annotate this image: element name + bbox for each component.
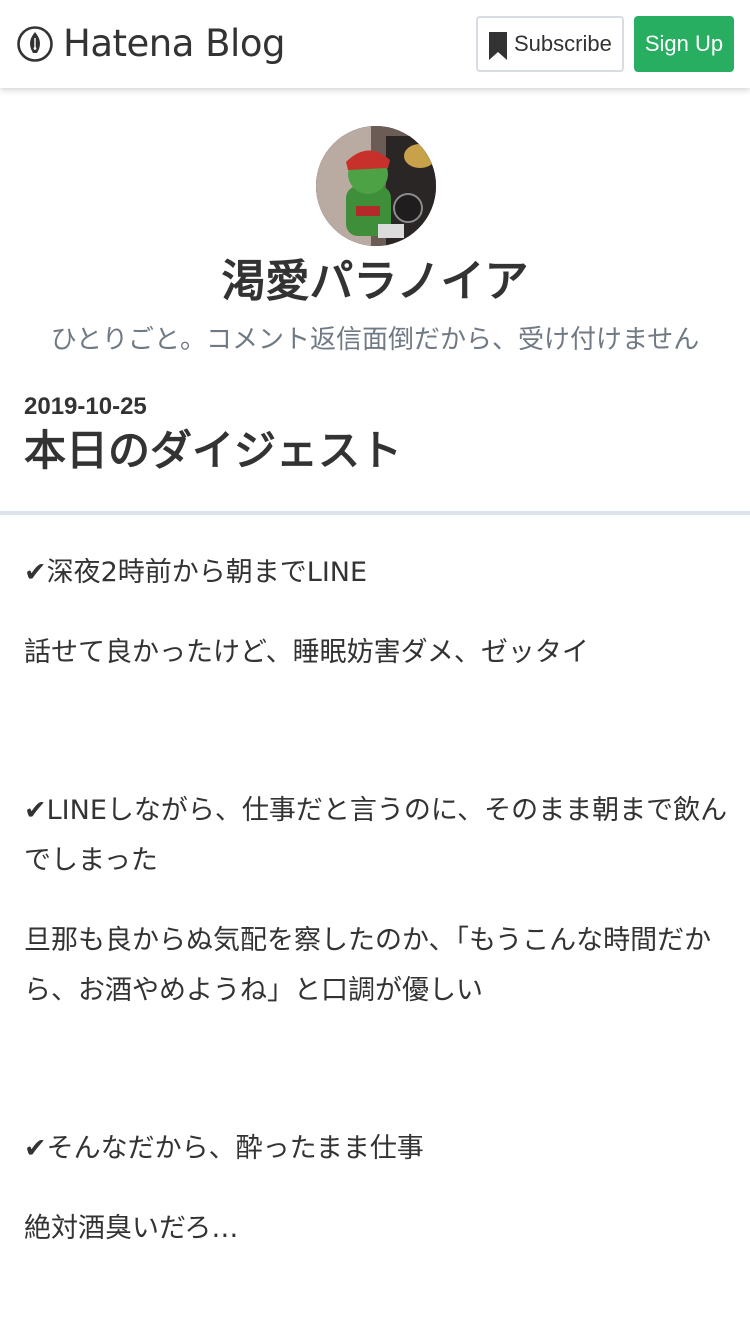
entry-paragraph: 旦那も良からぬ気配を察したのか、「もうこんな時間だから、お酒やめようね」と口調が…	[24, 925, 712, 1006]
hatena-pen-icon	[17, 26, 53, 62]
entry-paragraph: 絶対酒臭いだろ…	[24, 1213, 239, 1244]
entry-paragraph: 話せて良かったけど、睡眠妨害ダメ、ゼッタイ	[24, 637, 589, 668]
entry-paragraph: ✔そんなだから、酔ったまま仕事	[24, 1133, 424, 1164]
entry-date[interactable]: 2019-10-25	[24, 392, 147, 422]
entry-paragraph: ✔LINEしながら、仕事だと言うのに、そのまま朝まで飲んでしまった	[24, 795, 728, 876]
subscribe-button[interactable]: Subscribe	[476, 16, 624, 72]
entry-body: ✔深夜2時前から朝までLINE 話せて良かったけど、睡眠妨害ダメ、ゼッタイ ✔L…	[24, 548, 728, 1284]
avatar[interactable]	[316, 126, 436, 246]
subscribe-label: Subscribe	[514, 31, 612, 56]
sign-up-button[interactable]: Sign Up	[634, 16, 734, 72]
blog-title[interactable]: 渇愛パラノイア	[0, 254, 750, 310]
hatena-blog-logo[interactable]: Hatena Blog	[16, 22, 285, 66]
sign-up-label: Sign Up	[644, 31, 724, 56]
logo-text: Hatena Blog	[63, 22, 285, 65]
entry-paragraph: ✔深夜2時前から朝までLINE	[24, 557, 368, 588]
blog-description: ひとりごと。コメント返信面倒だから、受け付けません	[50, 325, 700, 355]
divider	[0, 511, 750, 515]
avatar-image	[316, 126, 436, 246]
bookmark-icon	[489, 32, 507, 60]
entry-title[interactable]: 本日のダイジェスト	[24, 424, 402, 478]
top-bar: Hatena Blog Subscribe Sign Up	[0, 0, 750, 88]
